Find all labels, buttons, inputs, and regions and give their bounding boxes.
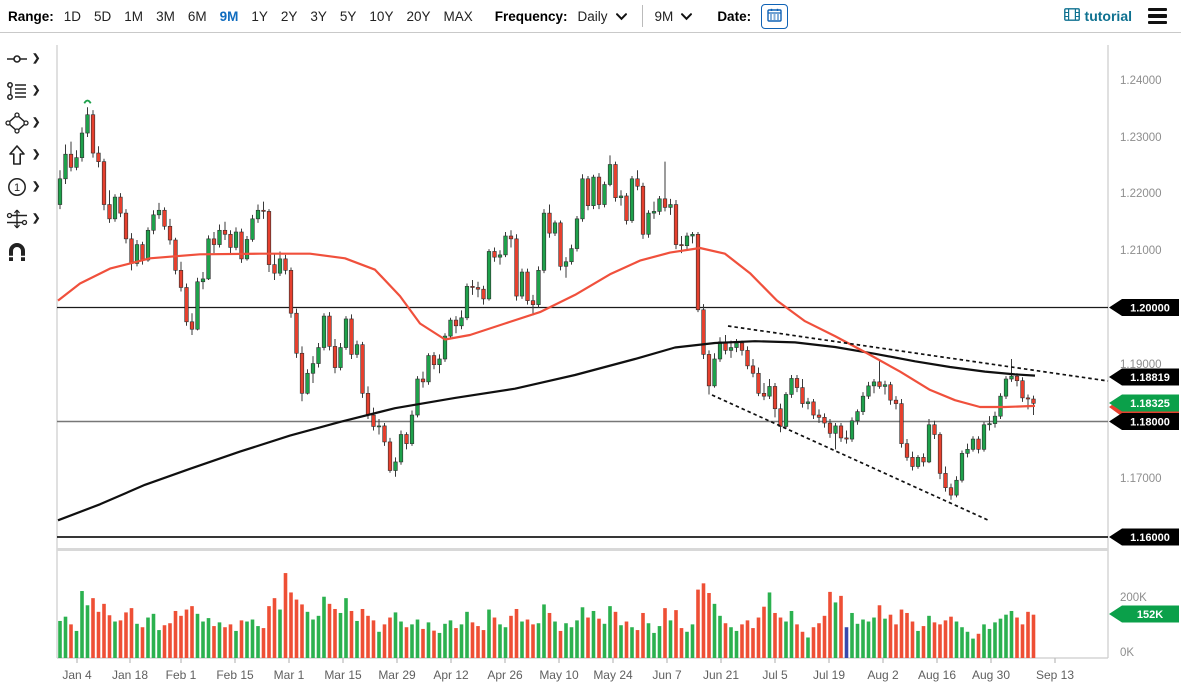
x-axis-labels: Jan 4 Jan 18 Feb 1 Feb 15 Mar 1 Mar 15 Mar 29 A… (62, 658, 1074, 682)
range-option-10y[interactable]: 10Y (369, 9, 393, 24)
range-option-3y[interactable]: 3Y (310, 9, 327, 24)
trendline-tool[interactable]: ❯ (4, 47, 41, 71)
chevron-down-icon (680, 12, 693, 21)
range-option-1y[interactable]: 1Y (251, 9, 268, 24)
chevron-right-icon: ❯ (32, 54, 40, 64)
range-option-5y[interactable]: 5Y (340, 9, 357, 24)
chevron-right-icon: ❯ (32, 214, 40, 224)
chevron-right-icon: ❯ (32, 118, 40, 128)
shapes-icon (5, 112, 29, 134)
chevron-down-icon (615, 12, 628, 21)
svg-text:Apr 12: Apr 12 (433, 668, 469, 682)
svg-text:Aug 16: Aug 16 (918, 668, 956, 682)
svg-text:1.23000: 1.23000 (1120, 132, 1162, 144)
menu-icon[interactable] (1148, 8, 1167, 24)
arrow-tool[interactable]: ❯ (4, 143, 41, 167)
svg-text:Aug 2: Aug 2 (867, 668, 899, 682)
svg-text:1.20000: 1.20000 (1130, 303, 1170, 315)
chart-stage: 1.240001.230001.220001.210001.190001.170… (0, 33, 1181, 693)
date-picker-button[interactable] (761, 4, 788, 29)
magnet-tool[interactable] (4, 239, 41, 265)
magnet-icon (5, 240, 29, 264)
range-option-3m[interactable]: 3M (156, 9, 175, 24)
range-options: 1D 5D 1M 3M 6M 9M 1Y 2Y 3Y 5Y 10Y 20Y MAX (64, 9, 473, 24)
range-option-9m[interactable]: 9M (220, 9, 239, 24)
svg-text:1.16000: 1.16000 (1130, 532, 1170, 544)
date-label: Date: (717, 9, 751, 24)
y-axis-labels: 1.240001.230001.220001.210001.190001.170… (1120, 75, 1162, 659)
svg-text:1.18000: 1.18000 (1130, 417, 1170, 429)
svg-text:1.24000: 1.24000 (1120, 75, 1162, 87)
frequency-value: Daily (578, 9, 608, 24)
toolbar: Range: 1D 5D 1M 3M 6M 9M 1Y 2Y 3Y 5Y 10Y 20Y MAX Fre… (0, 0, 1181, 33)
trendline-icon (5, 48, 29, 70)
circled-one-icon: 1 (5, 176, 29, 198)
range-option-max[interactable]: MAX (443, 9, 472, 24)
svg-text:Apr 26: Apr 26 (487, 668, 523, 682)
svg-text:Jun 21: Jun 21 (703, 668, 739, 682)
svg-text:Jan 4: Jan 4 (62, 668, 92, 682)
chevron-right-icon: ❯ (32, 182, 40, 192)
price-badges: 1.20000 1.18819 1.18325 1.18000 1.16000 152K (1109, 299, 1179, 623)
chevron-right-icon: ❯ (32, 86, 40, 96)
measure-icon (5, 208, 29, 230)
range-option-20y[interactable]: 20Y (406, 9, 430, 24)
trendlines[interactable] (712, 326, 1108, 521)
tutorial-label: tutorial (1085, 8, 1132, 24)
period-dropdown[interactable]: 9M (655, 9, 694, 24)
fibonacci-icon (5, 80, 29, 102)
range-option-5d[interactable]: 5D (94, 9, 111, 24)
tutorial-link[interactable]: tutorial (1064, 8, 1132, 24)
svg-text:Mar 29: Mar 29 (378, 668, 416, 682)
range-option-6m[interactable]: 6M (188, 9, 207, 24)
volume-bars (58, 573, 1035, 658)
toolbar-right: tutorial (1064, 8, 1181, 24)
range-label: Range: (8, 9, 54, 24)
svg-text:Jul 19: Jul 19 (813, 668, 845, 682)
svg-text:Aug 30: Aug 30 (972, 668, 1010, 682)
svg-text:Feb 15: Feb 15 (216, 668, 254, 682)
svg-text:1.18325: 1.18325 (1130, 398, 1170, 410)
peak-marker (84, 101, 90, 104)
svg-text:Jul 5: Jul 5 (762, 668, 788, 682)
svg-text:Jun 7: Jun 7 (652, 668, 682, 682)
toolbar-left: Range: 1D 5D 1M 3M 6M 9M 1Y 2Y 3Y 5Y 10Y 20Y MAX Fre… (0, 4, 788, 29)
ma-fast-line (58, 248, 1035, 407)
svg-text:Feb 1: Feb 1 (166, 668, 197, 682)
ma-slow-line (58, 341, 1035, 520)
calendar-icon (767, 8, 782, 25)
chevron-right-icon: ❯ (32, 150, 40, 160)
svg-text:Sep 13: Sep 13 (1036, 668, 1074, 682)
chart-svg[interactable]: 1.240001.230001.220001.210001.190001.170… (0, 33, 1181, 693)
number-annotation-tool[interactable]: 1 ❯ (4, 175, 41, 199)
svg-text:1.21000: 1.21000 (1120, 245, 1162, 257)
svg-text:1.18819: 1.18819 (1130, 372, 1170, 384)
svg-text:1: 1 (14, 182, 20, 194)
svg-text:1.17000: 1.17000 (1120, 473, 1162, 485)
frequency-dropdown[interactable]: Daily (578, 9, 628, 24)
svg-text:May 24: May 24 (593, 668, 633, 682)
range-option-1d[interactable]: 1D (64, 9, 81, 24)
svg-text:Jan 18: Jan 18 (112, 668, 148, 682)
range-option-2y[interactable]: 2Y (281, 9, 298, 24)
svg-text:Mar 15: Mar 15 (324, 668, 362, 682)
candles[interactable] (58, 107, 1035, 499)
shapes-tool[interactable]: ❯ (4, 111, 41, 135)
fibonacci-tool[interactable]: ❯ (4, 79, 41, 103)
range-option-1m[interactable]: 1M (124, 9, 143, 24)
period-value: 9M (655, 9, 674, 24)
film-icon (1064, 8, 1080, 24)
toolbar-divider (642, 5, 643, 27)
measure-tool[interactable]: ❯ (4, 207, 41, 231)
arrow-up-icon (5, 144, 29, 166)
chart-frame (57, 45, 1108, 658)
svg-text:200K: 200K (1120, 592, 1147, 604)
svg-text:152K: 152K (1137, 609, 1163, 621)
svg-text:Mar 1: Mar 1 (274, 668, 305, 682)
svg-text:1.22000: 1.22000 (1120, 188, 1162, 200)
drawing-toolbar: ❯ ❯ ❯ ❯ 1 ❯ (4, 47, 41, 265)
svg-text:0K: 0K (1120, 647, 1134, 659)
frequency-label: Frequency: (495, 9, 568, 24)
svg-text:May 10: May 10 (539, 668, 579, 682)
